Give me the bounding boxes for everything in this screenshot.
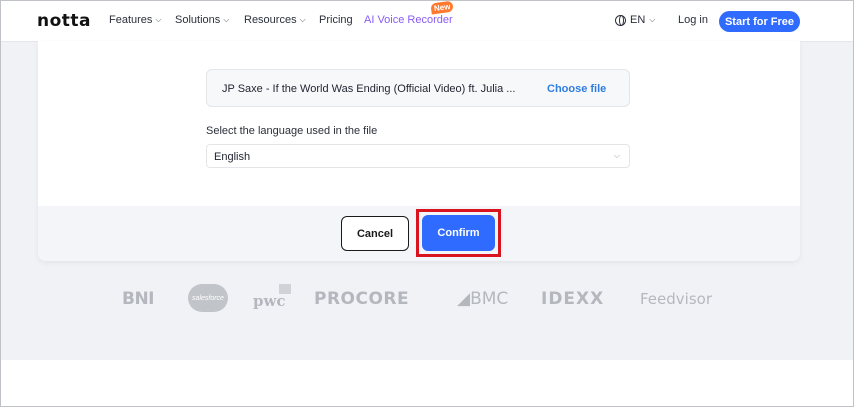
- nav-features-label: Features: [109, 14, 153, 26]
- language-selector[interactable]: EN ⌵: [615, 14, 655, 26]
- nav-pricing[interactable]: Pricing: [319, 14, 353, 26]
- nav-resources-label: Resources: [244, 14, 297, 26]
- nav-ai-voice-recorder-label: AI Voice Recorder: [364, 14, 453, 26]
- cancel-button[interactable]: Cancel: [341, 216, 409, 251]
- globe-icon: [615, 14, 626, 26]
- language-field-label: Select the language used in the file: [206, 125, 378, 137]
- page-footer-area: [1, 360, 853, 406]
- nav-ai-voice-recorder[interactable]: AI Voice Recorder: [364, 14, 453, 26]
- salesforce-logo: salesforce: [188, 284, 228, 312]
- bmc-logo: ◢BMC: [457, 289, 509, 309]
- idexx-logo: IDEXX: [541, 289, 605, 309]
- chevron-down-icon: ⌵: [299, 15, 306, 24]
- feedvisor-logo: Feedvisor: [640, 290, 712, 308]
- nav-resources[interactable]: Resources ⌵: [244, 14, 306, 26]
- upload-dialog: JP Saxe - If the World Was Ending (Offic…: [38, 41, 800, 261]
- chevron-down-icon: ⌵: [223, 15, 230, 24]
- chevron-down-icon: ⌵: [649, 15, 656, 24]
- nav-solutions[interactable]: Solutions ⌵: [175, 14, 229, 26]
- new-badge: New: [430, 1, 455, 15]
- confirm-button[interactable]: Confirm: [422, 215, 495, 251]
- procore-logo: PROCORE: [314, 289, 410, 309]
- nav-features[interactable]: Features ⌵: [109, 14, 162, 26]
- pwc-logo-mark: [279, 284, 291, 294]
- language-label: EN: [630, 14, 646, 26]
- language-select-value: English: [214, 151, 251, 163]
- choose-file-button[interactable]: Choose file: [547, 83, 606, 95]
- chevron-down-icon: ⌵: [155, 15, 162, 24]
- bni-logo: BNI: [122, 289, 155, 309]
- file-name: JP Saxe - If the World Was Ending (Offic…: [222, 83, 516, 95]
- nav-pricing-label: Pricing: [319, 14, 353, 26]
- notta-logo[interactable]: notta: [37, 11, 91, 31]
- client-logos: BNI salesforce pwc PROCORE ◢BMC IDEXX Fe…: [1, 284, 853, 314]
- login-link[interactable]: Log in: [678, 14, 708, 26]
- file-box: JP Saxe - If the World Was Ending (Offic…: [206, 69, 630, 107]
- start-for-free-button[interactable]: Start for Free: [719, 11, 800, 32]
- nav-solutions-label: Solutions: [175, 14, 221, 26]
- chevron-down-icon: ⌵: [613, 151, 620, 160]
- language-select[interactable]: English ⌵: [206, 144, 630, 168]
- browser-frame: notta Features ⌵ Solutions ⌵ Resources ⌵…: [0, 0, 854, 407]
- bmc-logo-text: BMC: [470, 289, 509, 309]
- pwc-logo: pwc: [253, 292, 286, 310]
- top-nav: notta Features ⌵ Solutions ⌵ Resources ⌵…: [1, 1, 853, 41]
